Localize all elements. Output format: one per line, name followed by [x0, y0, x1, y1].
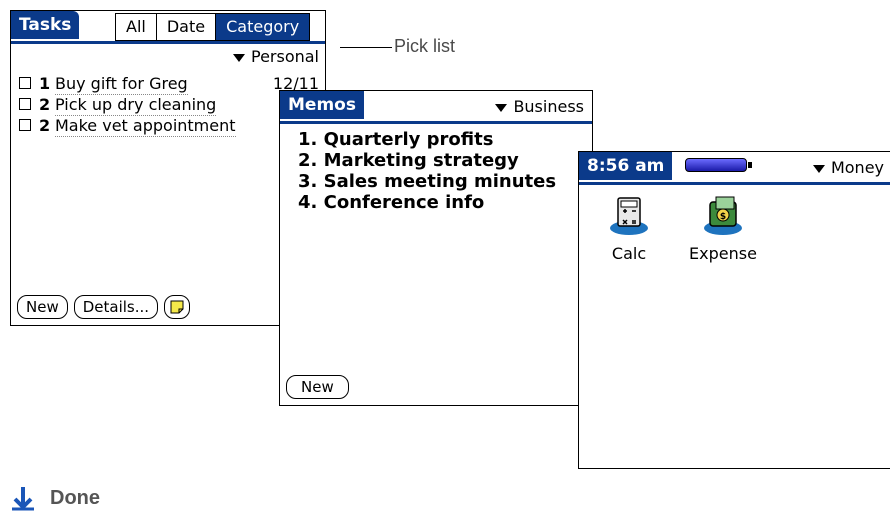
tasks-button-bar: New Details...	[17, 295, 191, 319]
category-pick-list-value: Money	[830, 158, 884, 177]
applications-titlebar: 8:56 am Money	[579, 152, 890, 185]
app-expense[interactable]: $ Expense	[683, 194, 763, 263]
battery-icon	[685, 158, 752, 172]
category-pick-list[interactable]: Money	[812, 158, 884, 177]
tab-all[interactable]: All	[116, 14, 157, 40]
arrow-down-icon	[12, 487, 34, 511]
done-label: Done	[50, 486, 100, 509]
task-name[interactable]: Make vet appointment	[55, 115, 236, 137]
dropdown-triangle-icon	[232, 53, 245, 62]
category-pick-list-value: Personal	[250, 47, 319, 66]
memo-list: 1. Quarterly profits 2. Marketing strate…	[298, 129, 556, 213]
details-button[interactable]: Details...	[73, 295, 159, 319]
memo-item[interactable]: 4. Conference info	[298, 192, 556, 213]
new-task-button[interactable]: New	[17, 295, 68, 319]
tasks-view-tabs: All Date Category	[115, 13, 311, 41]
task-list: 1 Buy gift for Greg 12/11 2 Pick up dry …	[19, 73, 319, 137]
memos-title[interactable]: Memos	[280, 91, 364, 119]
task-priority[interactable]: 2	[39, 115, 50, 136]
task-row[interactable]: 1 Buy gift for Greg 12/11	[19, 73, 319, 95]
tasks-title[interactable]: Tasks	[11, 11, 80, 39]
applications-screen: 8:56 am Money Calc $ Expense	[578, 151, 890, 469]
tasks-titlebar: Tasks All Date Category	[11, 11, 325, 44]
task-row[interactable]: 2 Pick up dry cleaning 1	[19, 94, 319, 116]
category-pick-list-value: Business	[513, 97, 584, 116]
dropdown-triangle-icon	[812, 164, 825, 173]
task-priority[interactable]: 2	[39, 94, 50, 115]
task-priority[interactable]: 1	[39, 73, 50, 94]
note-icon	[170, 300, 184, 314]
memos-screen: Memos Business 1. Quarterly profits 2. M…	[279, 90, 593, 406]
app-calc[interactable]: Calc	[599, 194, 659, 263]
calculator-icon	[610, 197, 648, 235]
svg-text:$: $	[720, 212, 726, 222]
pick-list-callout: Pick list	[394, 36, 456, 56]
category-pick-list[interactable]: Business	[495, 97, 584, 116]
task-checkbox[interactable]	[19, 77, 31, 89]
tab-category[interactable]: Category	[216, 14, 310, 40]
done-indicator: Done	[10, 485, 100, 511]
memo-item[interactable]: 3. Sales meeting minutes	[298, 171, 556, 192]
memos-titlebar: Memos Business	[280, 91, 592, 124]
task-checkbox[interactable]	[19, 98, 31, 110]
dropdown-triangle-icon	[495, 103, 508, 112]
new-memo-button[interactable]: New	[286, 375, 349, 399]
tab-date[interactable]: Date	[157, 14, 217, 40]
memo-item[interactable]: 2. Marketing strategy	[298, 150, 556, 171]
app-label: Calc	[611, 244, 647, 263]
memo-item[interactable]: 1. Quarterly profits	[298, 129, 556, 150]
task-row[interactable]: 2 Make vet appointment 1	[19, 115, 319, 137]
task-name[interactable]: Buy gift for Greg	[55, 73, 188, 95]
category-pick-list[interactable]: Personal	[232, 47, 319, 66]
task-checkbox[interactable]	[19, 119, 31, 131]
callout-line	[340, 47, 392, 48]
memos-button-bar: New	[286, 375, 349, 399]
note-button[interactable]	[164, 295, 191, 319]
expense-icon: $	[704, 196, 742, 235]
clock[interactable]: 8:56 am	[579, 152, 673, 180]
task-name[interactable]: Pick up dry cleaning	[55, 94, 217, 116]
app-label: Expense	[689, 244, 757, 263]
